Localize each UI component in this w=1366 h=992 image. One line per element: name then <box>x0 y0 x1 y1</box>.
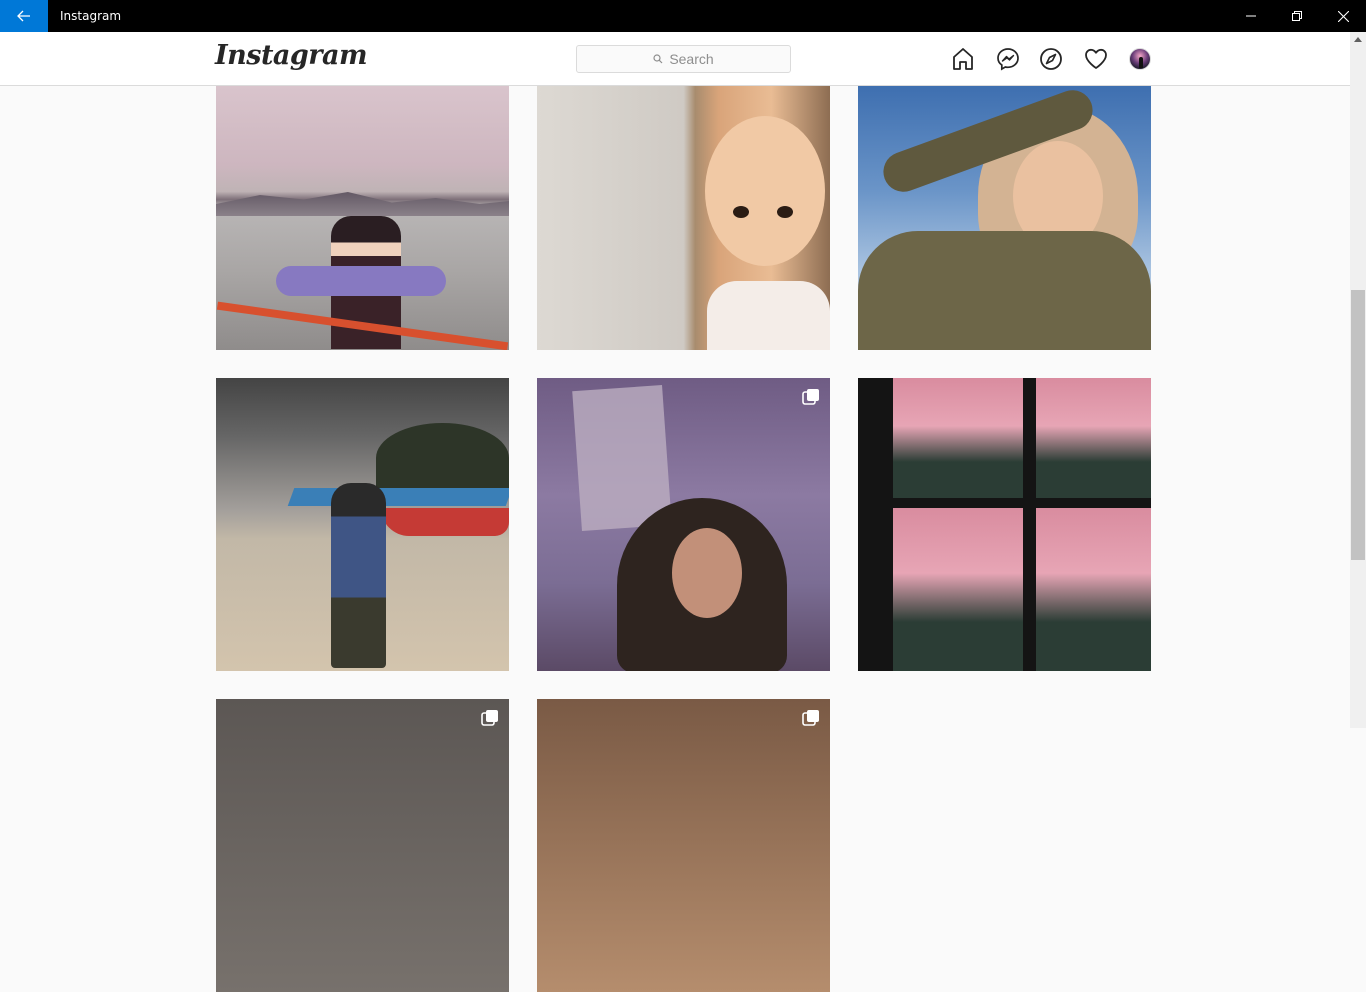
post-tile[interactable] <box>216 378 509 671</box>
search-input[interactable]: Search <box>576 45 791 73</box>
photo-scenery <box>376 423 509 493</box>
photo-detail <box>1036 508 1151 671</box>
profile-avatar[interactable] <box>1129 48 1151 70</box>
post-tile[interactable] <box>858 378 1151 671</box>
back-arrow-icon <box>17 10 30 22</box>
post-tile[interactable] <box>216 699 509 992</box>
minimize-icon <box>1246 15 1256 17</box>
photo-person <box>705 116 825 266</box>
photo-detail <box>287 488 509 506</box>
multiple-photos-icon <box>802 710 819 726</box>
photo-scenery <box>216 192 509 216</box>
search-icon <box>653 54 663 64</box>
scrollbar-thumb[interactable] <box>1351 290 1365 560</box>
minimize-button[interactable] <box>1228 0 1274 32</box>
window-titlebar: Instagram <box>0 0 1366 32</box>
window-title: Instagram <box>60 9 122 23</box>
chevron-up-icon <box>1354 36 1362 42</box>
search-placeholder: Search <box>669 51 714 67</box>
close-icon <box>1337 10 1349 22</box>
heart-icon[interactable] <box>1084 47 1108 71</box>
post-tile[interactable] <box>537 378 830 671</box>
photo-detail <box>672 528 742 618</box>
photo-person <box>331 483 386 668</box>
photo-detail <box>893 508 1023 671</box>
post-tile[interactable] <box>537 86 830 350</box>
photo-detail <box>276 266 446 296</box>
photo-detail <box>572 385 672 531</box>
home-icon[interactable] <box>951 47 975 71</box>
scroll-up-button[interactable] <box>1350 32 1366 46</box>
photo-detail <box>858 231 1151 350</box>
explore-icon[interactable] <box>1039 47 1063 71</box>
post-tile[interactable] <box>858 86 1151 350</box>
multiple-photos-icon <box>802 389 819 405</box>
instagram-navbar: Instagram Search <box>0 32 1350 86</box>
photo-detail <box>777 206 793 218</box>
photo-detail <box>707 281 830 350</box>
close-button[interactable] <box>1320 0 1366 32</box>
photo-detail <box>1036 378 1151 498</box>
back-button[interactable] <box>0 0 48 32</box>
multiple-photos-icon <box>481 710 498 726</box>
messenger-icon[interactable] <box>996 47 1020 71</box>
post-tile[interactable] <box>216 86 509 350</box>
restore-button[interactable] <box>1274 0 1320 32</box>
scrollbar[interactable] <box>1350 32 1366 728</box>
photo-detail <box>381 508 509 536</box>
restore-icon <box>1292 11 1302 21</box>
photo-detail <box>893 378 1023 498</box>
post-tile[interactable] <box>537 699 830 992</box>
photo-detail <box>733 206 749 218</box>
instagram-logo[interactable]: Instagram <box>215 40 368 71</box>
